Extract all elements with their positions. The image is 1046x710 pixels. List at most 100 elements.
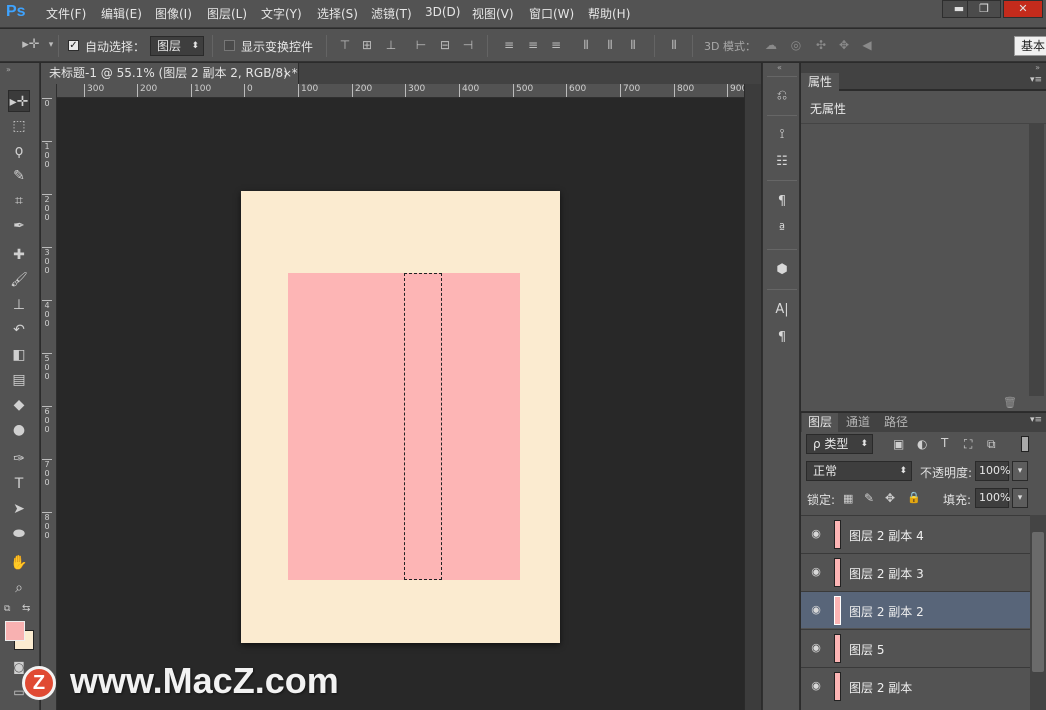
marquee-selection[interactable]: [404, 273, 442, 580]
layer-filter-dropdown[interactable]: ρ 类型 ⬍: [806, 434, 873, 454]
path-select-tool-icon[interactable]: ➤: [8, 498, 30, 520]
eye-icon[interactable]: ◉: [809, 603, 823, 617]
eye-icon[interactable]: ◉: [809, 679, 823, 693]
marquee-tool-icon[interactable]: ⬚: [8, 115, 30, 137]
menu-file[interactable]: 文件(F): [46, 5, 86, 22]
menu-type[interactable]: 文字(Y): [261, 5, 302, 22]
canvas-vertical-scrollbar[interactable]: [744, 84, 761, 710]
panel-menu-icon[interactable]: ▾≡: [1030, 75, 1042, 85]
auto-select-target-dropdown[interactable]: 图层 ⬍: [150, 36, 204, 56]
healing-brush-tool-icon[interactable]: ✚: [8, 244, 30, 266]
eraser-tool-icon[interactable]: ◧: [8, 344, 30, 366]
auto-align-icon[interactable]: ⫴: [667, 38, 681, 52]
layer-row[interactable]: ◉ 图层 2 副本: [801, 667, 1030, 710]
opacity-input[interactable]: 100%: [975, 461, 1010, 481]
lasso-tool-icon[interactable]: ϙ: [8, 140, 30, 162]
3d-scale-icon[interactable]: ◀: [860, 38, 874, 52]
hand-tool-icon[interactable]: ✋: [8, 552, 30, 574]
properties-scrollbar[interactable]: [1029, 124, 1044, 396]
default-colors-icon[interactable]: ⧉: [4, 604, 10, 614]
distribute-vcenter-icon[interactable]: ≡: [526, 38, 540, 52]
align-hcenter-icon[interactable]: ⊟: [438, 38, 452, 52]
swap-colors-icon[interactable]: ⇆: [22, 603, 30, 614]
menu-window[interactable]: 窗口(W): [529, 5, 574, 22]
adjustments-panel-icon[interactable]: ☷: [771, 151, 793, 173]
history-panel-icon[interactable]: ⎌: [771, 85, 793, 107]
distribute-hcenter-icon[interactable]: ⦀: [603, 38, 617, 52]
brush-tool-icon[interactable]: 🖌: [8, 269, 30, 291]
filter-shape-icon[interactable]: ⛶: [964, 437, 972, 452]
filter-smart-object-icon[interactable]: ⧉: [987, 437, 996, 452]
layer-row[interactable]: ◉ 图层 2 副本 3: [801, 553, 1030, 590]
3d-panel-icon[interactable]: ⬢: [771, 259, 793, 281]
type-tool-icon[interactable]: T: [8, 473, 30, 495]
eye-icon[interactable]: ◉: [809, 527, 823, 541]
character-styles-icon[interactable]: ª: [771, 219, 793, 241]
distribute-top-icon[interactable]: ≡: [502, 38, 516, 52]
tab-layers[interactable]: 图层: [802, 413, 838, 432]
maximize-button[interactable]: ❐: [967, 0, 1001, 18]
gradient-tool-icon[interactable]: ▤: [8, 369, 30, 391]
distribute-right-icon[interactable]: ⦀: [626, 38, 640, 52]
layer-row-selected[interactable]: ◉ 图层 2 副本 2: [801, 591, 1030, 628]
lock-pixels-icon[interactable]: ✎: [864, 491, 874, 505]
menu-select[interactable]: 选择(S): [317, 5, 358, 22]
align-bottom-icon[interactable]: ⊥: [384, 38, 398, 52]
character-panel-icon[interactable]: A|: [771, 299, 793, 321]
menu-help[interactable]: 帮助(H): [588, 5, 630, 22]
align-top-icon[interactable]: ⊤: [338, 38, 352, 52]
filter-type-icon[interactable]: T: [941, 436, 948, 450]
align-vcenter-icon[interactable]: ⊞: [360, 38, 374, 52]
paragraph-styles-icon[interactable]: ¶: [771, 191, 793, 213]
document-tab[interactable]: 未标题-1 @ 55.1% (图层 2 副本 2, RGB/8) * ×: [41, 63, 299, 84]
move-tool-icon[interactable]: ▸✛: [8, 90, 30, 112]
menu-edit[interactable]: 编辑(E): [101, 5, 142, 22]
3d-roll-icon[interactable]: ◎: [789, 38, 803, 52]
zoom-tool-icon[interactable]: ⌕: [8, 577, 30, 599]
menu-filter[interactable]: 滤镜(T): [371, 5, 412, 22]
trash-icon[interactable]: 🗑: [1003, 396, 1017, 409]
ellipse-tool-icon[interactable]: ⬬: [8, 523, 30, 545]
history-brush-tool-icon[interactable]: ↶: [8, 319, 30, 341]
lock-transparency-icon[interactable]: ▦: [843, 492, 853, 505]
blur-tool-icon[interactable]: ◆: [8, 394, 30, 416]
quick-select-tool-icon[interactable]: ✎: [8, 165, 30, 187]
align-right-icon[interactable]: ⊣: [461, 38, 475, 52]
pen-tool-icon[interactable]: ✑: [8, 448, 30, 470]
distribute-bottom-icon[interactable]: ≡: [549, 38, 563, 52]
preset-dropdown-icon[interactable]: ▾: [44, 38, 58, 52]
menu-3d[interactable]: 3D(D): [425, 5, 460, 19]
collapse-icon[interactable]: «: [777, 63, 782, 72]
brushes-panel-icon[interactable]: ⟟: [771, 124, 793, 146]
properties-tab[interactable]: 属性: [801, 73, 839, 91]
layer-row[interactable]: ◉ 图层 5: [801, 629, 1030, 666]
crop-tool-icon[interactable]: ⌗: [8, 190, 30, 212]
distribute-left-icon[interactable]: ⦀: [579, 38, 593, 52]
filter-toggle-switch[interactable]: [1021, 436, 1029, 452]
foreground-color-swatch[interactable]: [5, 621, 25, 641]
blend-mode-dropdown[interactable]: 正常 ⬍: [806, 461, 912, 481]
layer-row[interactable]: ◉ 图层 2 副本 4: [801, 515, 1030, 552]
workspace-switcher[interactable]: 基本: [1014, 36, 1046, 56]
eye-icon[interactable]: ◉: [809, 565, 823, 579]
collapse-icon[interactable]: »: [6, 65, 11, 74]
layers-scrollbar-thumb[interactable]: [1032, 532, 1044, 672]
3d-drag-icon[interactable]: ✣: [814, 38, 828, 52]
tab-channels[interactable]: 通道: [840, 413, 876, 432]
filter-adjustment-icon[interactable]: ◐: [917, 437, 927, 451]
panel-menu-icon[interactable]: ▾≡: [1030, 415, 1042, 425]
align-left-icon[interactable]: ⊢: [414, 38, 428, 52]
menu-image[interactable]: 图像(I): [155, 5, 192, 22]
show-transform-checkbox[interactable]: [224, 40, 235, 51]
collapse-icon[interactable]: »: [1035, 63, 1040, 72]
move-tool-preset-icon[interactable]: ▸✛: [20, 38, 42, 52]
close-tab-icon[interactable]: ×: [283, 63, 292, 84]
menu-layer[interactable]: 图层(L): [207, 5, 247, 22]
clone-stamp-tool-icon[interactable]: ⊥: [8, 294, 30, 316]
tab-paths[interactable]: 路径: [878, 413, 914, 432]
filter-pixel-icon[interactable]: ▣: [893, 437, 904, 451]
menu-view[interactable]: 视图(V): [472, 5, 514, 22]
close-window-button[interactable]: ✕: [1003, 0, 1043, 18]
3d-slide-icon[interactable]: ✥: [837, 38, 851, 52]
opacity-dropdown-icon[interactable]: ▾: [1012, 461, 1028, 481]
